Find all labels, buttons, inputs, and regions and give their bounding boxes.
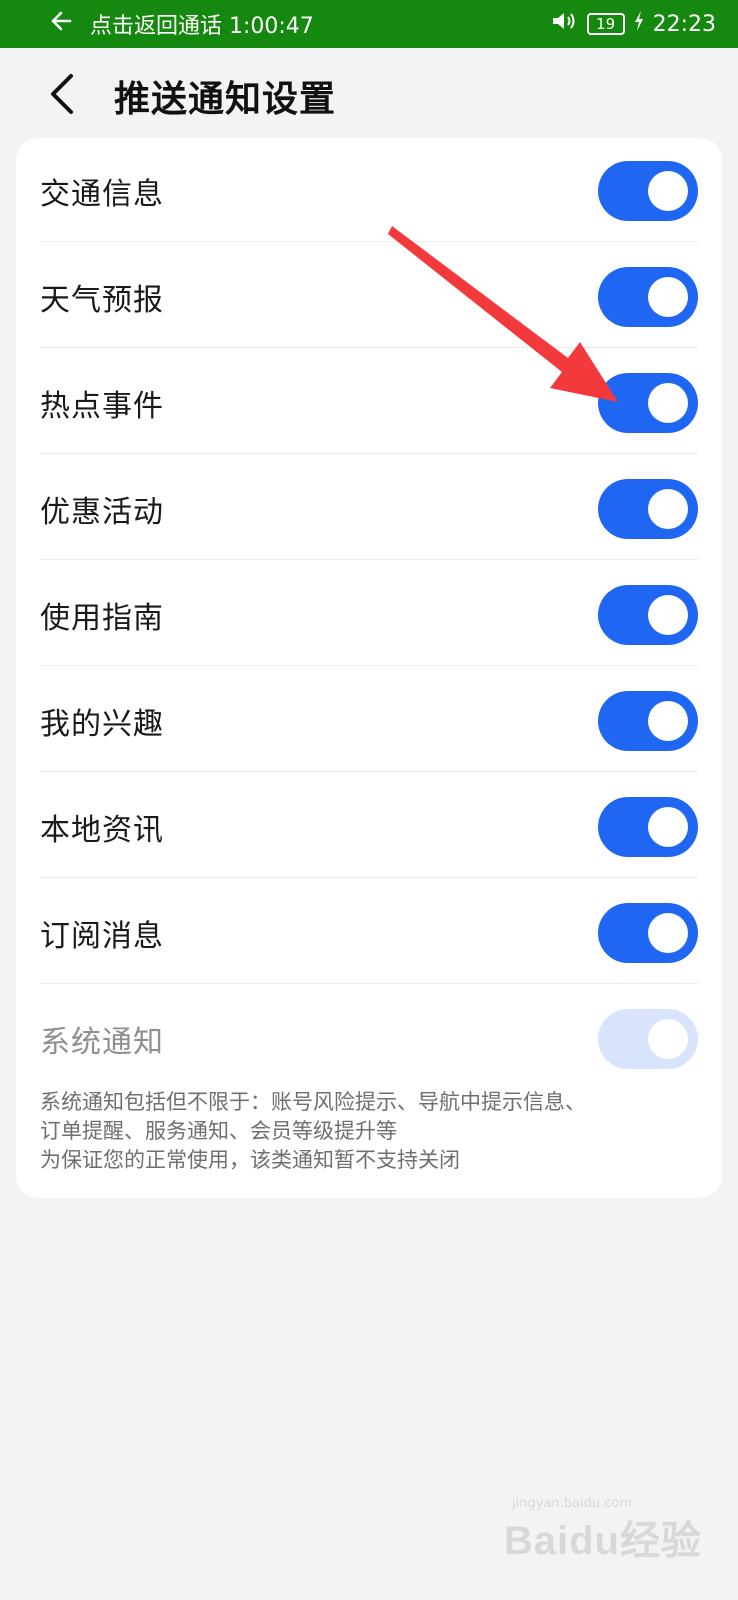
divider	[40, 241, 698, 242]
toggle-switch[interactable]	[598, 479, 698, 539]
setting-label: 天气预报	[40, 283, 164, 318]
setting-row-subscriptions: 订阅消息	[40, 880, 698, 986]
divider	[40, 983, 698, 984]
return-to-call[interactable]: 点击返回通话 1:00:47	[50, 8, 314, 40]
setting-row-system: 系统通知	[40, 986, 698, 1092]
setting-row-local-news: 本地资讯	[40, 774, 698, 880]
baidu-watermark: jingyan.baidu.com Baidu经验	[503, 1496, 702, 1566]
toggle-knob	[648, 383, 688, 423]
setting-row-promotions: 优惠活动	[40, 456, 698, 562]
divider	[40, 877, 698, 878]
note-line: 订单提醒、服务通知、会员等级提升等	[40, 1119, 397, 1143]
watermark-logo: Baidu经验	[503, 1519, 702, 1563]
setting-label: 我的兴趣	[40, 707, 164, 742]
setting-label: 使用指南	[40, 601, 164, 636]
charging-icon	[633, 10, 645, 38]
divider	[40, 665, 698, 666]
toggle-switch[interactable]	[598, 267, 698, 327]
setting-row-hot-events: 热点事件	[40, 350, 698, 456]
divider	[40, 771, 698, 772]
chevron-left-icon	[51, 74, 73, 114]
volume-icon	[551, 10, 579, 38]
setting-label: 系统通知	[40, 1025, 164, 1060]
setting-row-weather: 天气预报	[40, 244, 698, 350]
toggle-knob	[648, 595, 688, 635]
battery-indicator: 19	[586, 13, 625, 35]
back-button[interactable]	[40, 66, 84, 122]
note-line: 系统通知包括但不限于：账号风险提示、导航中提示信息、	[40, 1090, 586, 1114]
settings-card: 交通信息 天气预报 热点事件 优惠活动 使用指南 我的兴趣 本地资讯 订阅消息 …	[16, 138, 722, 1198]
toggle-switch[interactable]	[598, 797, 698, 857]
divider	[40, 347, 698, 348]
setting-label: 热点事件	[40, 389, 164, 424]
toggle-switch[interactable]	[598, 585, 698, 645]
call-text: 点击返回通话 1:00:47	[90, 14, 314, 39]
setting-row-interests: 我的兴趣	[40, 668, 698, 774]
system-notice-note: 系统通知包括但不限于：账号风险提示、导航中提示信息、 订单提醒、服务通知、会员等…	[40, 1088, 700, 1175]
toggle-knob	[648, 277, 688, 317]
setting-label: 本地资讯	[40, 813, 164, 848]
status-bar: 点击返回通话 1:00:47 19 22:23	[0, 0, 738, 48]
setting-label: 优惠活动	[40, 495, 164, 530]
toggle-knob	[648, 913, 688, 953]
toggle-knob	[648, 171, 688, 211]
toggle-knob	[648, 489, 688, 529]
clock: 22:23	[652, 11, 716, 37]
toggle-knob	[648, 807, 688, 847]
setting-label: 交通信息	[40, 177, 164, 212]
header: 推送通知设置	[0, 48, 738, 144]
divider	[40, 453, 698, 454]
toggle-knob	[648, 1019, 688, 1059]
arrow-left-icon	[50, 10, 72, 38]
toggle-switch[interactable]	[598, 691, 698, 751]
toggle-switch-disabled	[598, 1009, 698, 1069]
toggle-switch[interactable]	[598, 373, 698, 433]
watermark-url: jingyan.baidu.com	[512, 1496, 632, 1511]
page-title: 推送通知设置	[114, 79, 337, 120]
toggle-switch[interactable]	[598, 903, 698, 963]
setting-row-guide: 使用指南	[40, 562, 698, 668]
note-line: 为保证您的正常使用，该类通知暂不支持关闭	[40, 1148, 460, 1172]
toggle-knob	[648, 701, 688, 741]
setting-row-traffic: 交通信息	[40, 138, 698, 244]
toggle-switch[interactable]	[598, 161, 698, 221]
divider	[40, 559, 698, 560]
setting-label: 订阅消息	[40, 919, 164, 954]
